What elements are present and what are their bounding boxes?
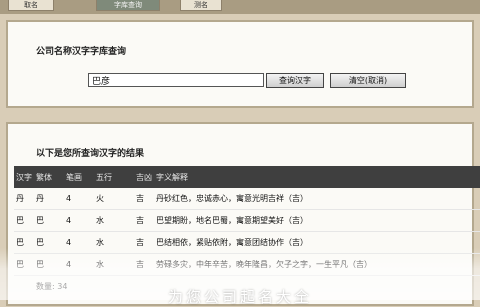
- cell-element: 水: [94, 253, 134, 276]
- table-header-row: 汉字 繁体 笔画 五行 吉凶 字义解释: [14, 166, 480, 188]
- cell-desc: 丹砂红色，忠诚赤心，寓意光明吉祥（吉）: [154, 188, 480, 210]
- column-header-luck: 吉凶: [134, 166, 154, 188]
- column-header-desc: 字义解释: [154, 166, 480, 188]
- query-button[interactable]: 查询汉字: [266, 73, 324, 88]
- table-row: 丹 丹 4 火 吉 丹砂红色，忠诚赤心，寓意光明吉祥（吉）: [14, 188, 480, 210]
- cell-stroke: 4: [64, 209, 94, 232]
- cell-trad: 巴: [34, 253, 64, 276]
- cell-element: 水: [94, 209, 134, 232]
- cell-char: 巴: [14, 231, 34, 254]
- results-panel-title: 以下是您所查询汉字的结果: [36, 149, 145, 159]
- cell-desc: 劳碌多灾，中年辛苦，晚年隆昌，欠子之字，一生平凡（吉）: [154, 253, 480, 276]
- results-panel: 以下是您所查询汉字的结果 汉字 繁体 笔画 五行 吉凶 字义解释 丹 丹 4 火…: [6, 122, 480, 306]
- cell-luck: 吉: [134, 188, 154, 210]
- cell-char: 巴: [14, 209, 34, 232]
- cell-luck: 吉: [134, 231, 154, 254]
- cell-trad: 巴: [34, 209, 64, 232]
- column-header-char: 汉字: [14, 166, 34, 188]
- column-header-element: 五行: [94, 166, 134, 188]
- page-caption: 为您公司起名大全: [167, 288, 312, 306]
- table-row: 巴 巴 4 水 吉 巴望期盼，地名巴蜀，寓意期望美好（吉）: [14, 209, 480, 232]
- column-header-stroke: 笔画: [64, 166, 94, 188]
- clear-button[interactable]: 清空(取消): [330, 73, 406, 88]
- char-query-panel: 公司名称汉字字库查询 查询汉字 清空(取消): [6, 20, 474, 108]
- cell-trad: 巴: [34, 231, 64, 254]
- cell-element: 水: [94, 231, 134, 254]
- char-query-input[interactable]: [88, 73, 264, 87]
- cell-char: 巴: [14, 253, 34, 276]
- cell-stroke: 4: [64, 188, 94, 210]
- tab-char-lookup[interactable]: 字库查询: [96, 0, 160, 11]
- results-table: 汉字 繁体 笔画 五行 吉凶 字义解释 丹 丹 4 火 吉 丹砂红色，忠诚赤心，…: [14, 166, 480, 276]
- cell-char: 丹: [14, 188, 34, 210]
- query-panel-title: 公司名称汉字字库查询: [36, 47, 127, 57]
- top-tab-strip: 取名 字库查询 测名: [0, 0, 480, 14]
- table-row: 巴 巴 4 水 吉 巴结相依，紧贴依附，寓意团结协作（吉）: [14, 231, 480, 254]
- tab-name[interactable]: 取名: [8, 0, 54, 11]
- column-header-trad: 繁体: [34, 166, 64, 188]
- cell-desc: 巴结相依，紧贴依附，寓意团结协作（吉）: [154, 231, 480, 254]
- cell-desc: 巴望期盼，地名巴蜀，寓意期望美好（吉）: [154, 209, 480, 232]
- table-row: 巴 巴 4 水 吉 劳碌多灾，中年辛苦，晚年隆昌，欠子之字，一生平凡（吉）: [14, 253, 480, 276]
- cell-stroke: 4: [64, 231, 94, 254]
- cell-stroke: 4: [64, 253, 94, 276]
- tab-test-name[interactable]: 测名: [180, 0, 222, 11]
- cell-luck: 吉: [134, 253, 154, 276]
- cell-luck: 吉: [134, 209, 154, 232]
- cell-trad: 丹: [34, 188, 64, 210]
- cell-element: 火: [94, 188, 134, 210]
